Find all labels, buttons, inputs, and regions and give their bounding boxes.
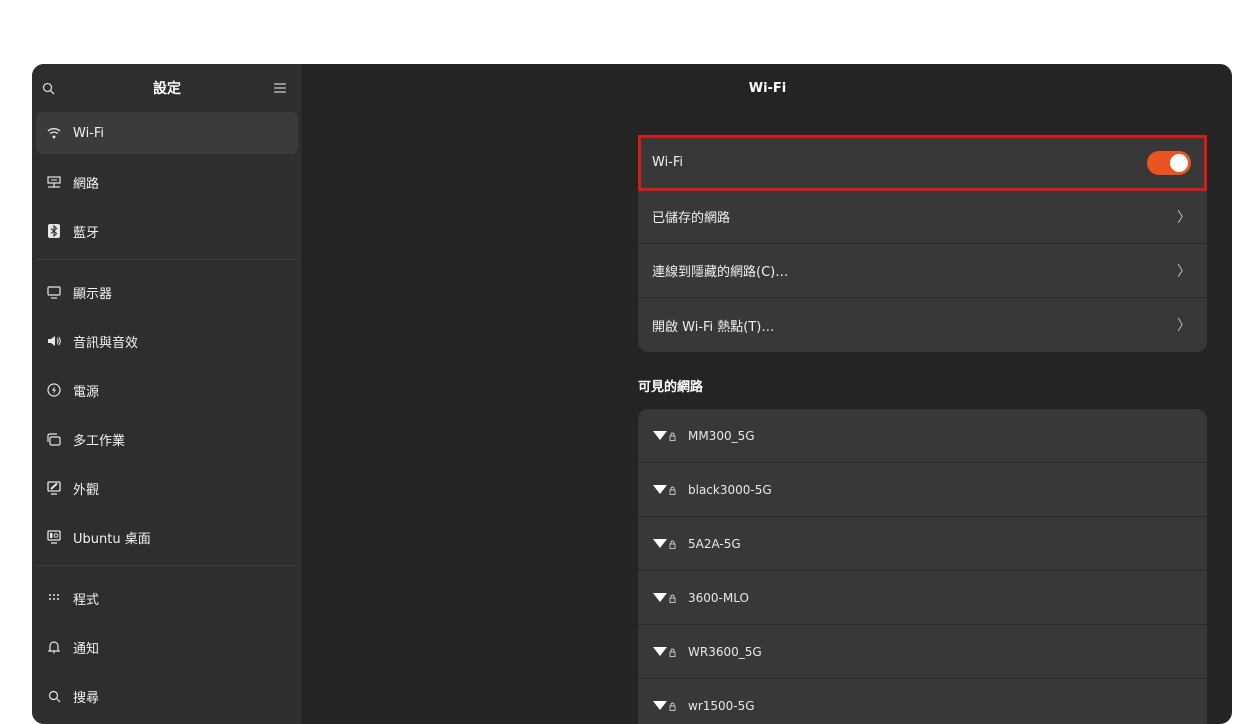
network-name: 5A2A-5G: [688, 536, 741, 551]
sidebar-item-label: 電源: [73, 384, 100, 400]
network-row[interactable]: wr1500-5G: [638, 679, 1207, 724]
sidebar-item-apps[interactable]: 程式: [36, 577, 298, 619]
sidebar-header: 設定: [32, 64, 302, 112]
network-row[interactable]: 3600-MLO: [638, 571, 1207, 625]
speaker-icon: [46, 333, 62, 349]
wifi-lock-icon: [652, 484, 678, 496]
wifi-lock-icon: [652, 700, 678, 712]
sidebar-item-label: 搜尋: [73, 690, 100, 706]
wifi-toggle-switch[interactable]: [1147, 150, 1191, 175]
bluetooth-icon: [46, 223, 62, 239]
sidebar-list: 程式 通知 搜尋: [32, 577, 302, 717]
sidebar-item-display[interactable]: 顯示器: [36, 271, 298, 313]
search-icon[interactable]: [38, 78, 58, 98]
saved-networks-label: 已儲存的網路: [652, 211, 731, 226]
sidebar-item-appearance[interactable]: 外觀: [36, 467, 298, 509]
network-icon: [46, 174, 62, 190]
network-name: black3000-5G: [688, 482, 772, 497]
sidebar-title: 設定: [153, 81, 181, 97]
sidebar-item-label: Wi-Fi: [73, 125, 105, 141]
page-title: Wi-Fi: [748, 80, 787, 96]
sidebar-list: 顯示器 音訊與音效 電源 多工作業 外觀 Ubuntu 桌面: [32, 271, 302, 558]
network-name: WR3600_5G: [688, 644, 762, 659]
sidebar-item-network[interactable]: 網路: [36, 161, 298, 203]
sidebar-item-multitasking[interactable]: 多工作業: [36, 418, 298, 460]
network-row[interactable]: MM300_5G: [638, 409, 1207, 463]
hamburger-menu-icon[interactable]: [270, 78, 290, 98]
sidebar-item-label: 音訊與音效: [73, 335, 139, 351]
wifi-icon: [46, 125, 62, 141]
sidebar: 設定 Wi-Fi 網路 藍牙 顯示器 音訊與音效 電源 多工作業 外觀 Ubun…: [32, 64, 303, 724]
sidebar-item-label: 外觀: [73, 482, 100, 498]
sidebar-item-label: 藍牙: [73, 225, 100, 241]
hidden-network-label: 連線到隱藏的網路(C)…: [652, 265, 789, 280]
sidebar-item-label: 網路: [73, 176, 100, 192]
network-name: MM300_5G: [688, 428, 755, 443]
settings-window: 設定 Wi-Fi 網路 藍牙 顯示器 音訊與音效 電源 多工作業 外觀 Ubun…: [32, 64, 1232, 724]
network-row[interactable]: black3000-5G: [638, 463, 1207, 517]
wifi-toggle-label: Wi-Fi: [652, 155, 684, 170]
bell-icon: [46, 639, 62, 655]
sidebar-item-ubuntu-desktop[interactable]: Ubuntu 桌面: [36, 516, 298, 558]
ubuntu-desktop-icon: [46, 529, 62, 545]
wifi-lock-icon: [652, 430, 678, 442]
sidebar-item-search[interactable]: 搜尋: [36, 675, 298, 717]
hotspot-label: 開啟 Wi-Fi 熱點(T)…: [652, 319, 775, 335]
power-icon: [46, 382, 62, 398]
sidebar-list: Wi-Fi 網路 藍牙: [32, 112, 302, 252]
appearance-icon: [46, 480, 62, 496]
visible-networks-title: 可見的網路: [638, 380, 704, 395]
sidebar-item-wifi[interactable]: Wi-Fi: [36, 112, 298, 154]
apps-grid-icon: [46, 590, 62, 606]
wifi-lock-icon: [652, 592, 678, 604]
chevron-right-icon: 〉: [1177, 209, 1191, 226]
sidebar-item-label: 通知: [73, 641, 100, 657]
sidebar-item-label: 程式: [73, 592, 100, 608]
sidebar-item-label: 多工作業: [73, 433, 126, 449]
chevron-right-icon: 〉: [1177, 318, 1191, 334]
hotspot-row[interactable]: 開啟 Wi-Fi 熱點(T)… 〉: [638, 298, 1207, 352]
toggle-knob: [1170, 153, 1188, 172]
hidden-network-row[interactable]: 連線到隱藏的網路(C)… 〉: [638, 244, 1207, 298]
chevron-right-icon: 〉: [1177, 263, 1191, 280]
wifi-lock-icon: [652, 646, 678, 658]
network-name: 3600-MLO: [688, 590, 749, 605]
search-icon: [46, 688, 62, 704]
saved-networks-row[interactable]: 已儲存的網路 〉: [638, 190, 1207, 244]
network-name: wr1500-5G: [688, 699, 755, 713]
sidebar-item-bluetooth[interactable]: 藍牙: [36, 210, 298, 252]
network-row[interactable]: WR3600_5G: [638, 625, 1207, 679]
sidebar-item-label: Ubuntu 桌面: [73, 531, 151, 547]
wifi-lock-icon: [652, 538, 678, 550]
network-row[interactable]: 5A2A-5G: [638, 517, 1207, 571]
sidebar-divider: [36, 565, 298, 566]
wifi-toggle-row[interactable]: Wi-Fi: [638, 136, 1207, 190]
sidebar-item-notifications[interactable]: 通知: [36, 626, 298, 668]
wifi-options-group: Wi-Fi 已儲存的網路 〉 連線到隱藏的網路(C)… 〉 開啟 Wi-Fi 熱…: [638, 136, 1207, 352]
main-panel: Wi-Fi Wi-Fi 已儲存的網路 〉 連線到隱藏的網路(C)… 〉 開啟 W…: [303, 64, 1232, 724]
multitasking-icon: [46, 431, 62, 447]
sidebar-item-label: 顯示器: [73, 286, 113, 302]
sidebar-item-sound[interactable]: 音訊與音效: [36, 320, 298, 362]
sidebar-divider: [36, 259, 298, 260]
visible-networks-list: MM300_5G black3000-5G 5A2A-5G 3600-MLO W…: [638, 409, 1207, 724]
display-icon: [46, 284, 62, 300]
sidebar-item-power[interactable]: 電源: [36, 369, 298, 411]
